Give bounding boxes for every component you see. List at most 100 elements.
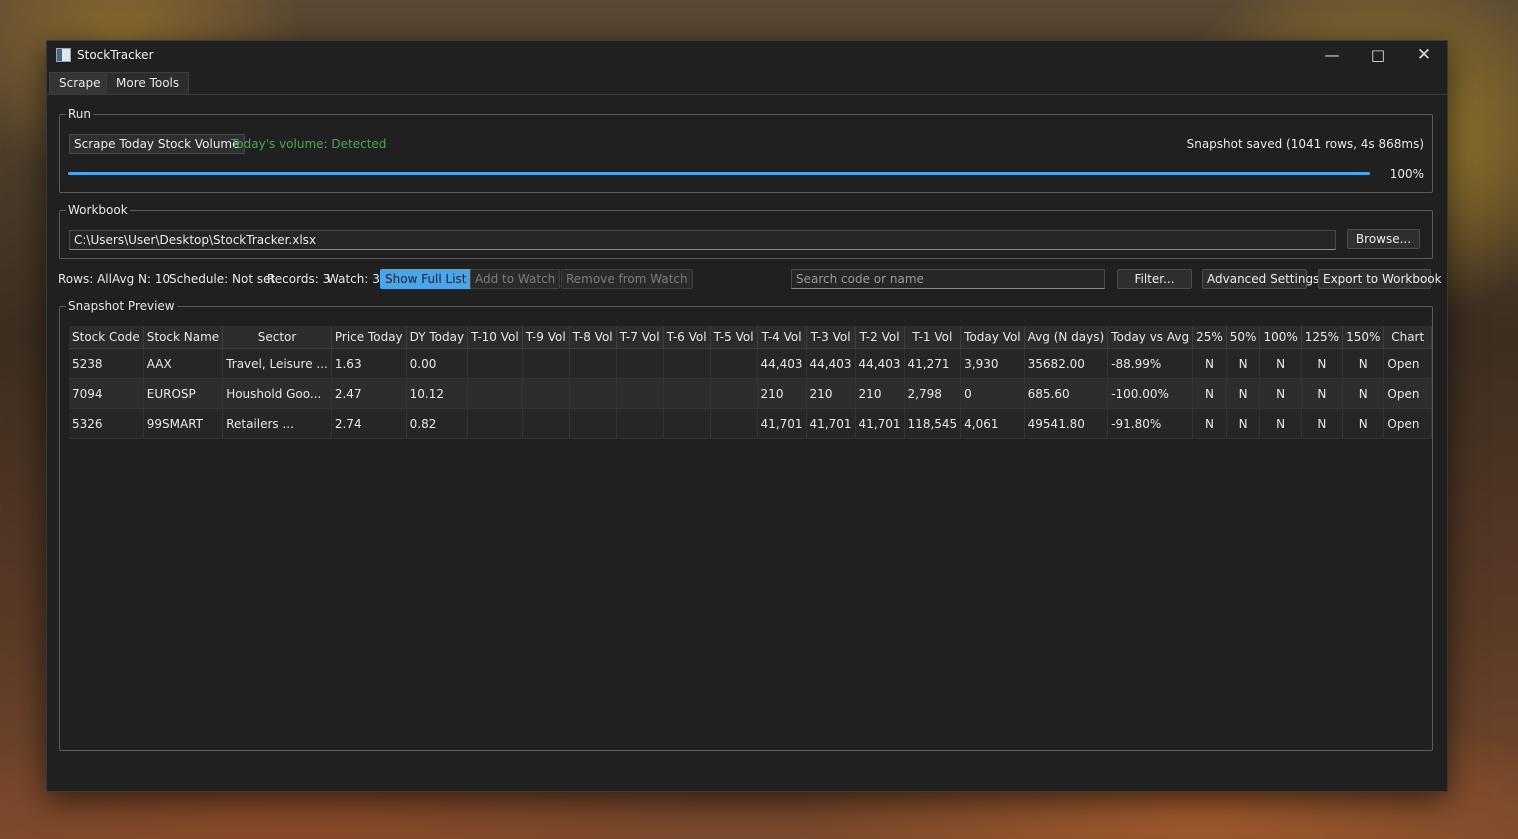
table-cell [522,378,570,409]
table-header: Stock Code Stock Name Sector Price Today DY … [69,326,1432,349]
search-input[interactable]: Search code or name [791,269,1105,289]
column-header[interactable]: 100% [1259,326,1302,349]
table-cell: 41,701 [757,408,807,439]
chart-open-link[interactable]: Open [1383,378,1432,409]
tab-scrape[interactable]: Scrape [49,72,111,94]
progress-fill [68,172,1370,175]
column-header[interactable]: Today vs Avg [1107,326,1194,349]
table-cell: N [1301,348,1344,379]
column-header[interactable]: 150% [1342,326,1385,349]
table-cell: 0.82 [406,408,469,439]
table-cell: 44,403 [855,348,905,379]
table-cell: N [1192,348,1227,379]
table-cell [710,348,758,379]
remove-from-watch-button[interactable]: Remove from Watch [561,269,693,289]
column-header[interactable]: T-3 Vol [806,326,856,349]
column-header[interactable]: T-6 Vol [663,326,711,349]
table-cell: 99SMART [143,408,224,439]
column-header[interactable]: T-4 Vol [757,326,807,349]
column-header[interactable]: Today Vol [960,326,1025,349]
table-cell: N [1301,378,1344,409]
table-cell: 41,701 [855,408,905,439]
table-cell: -91.80% [1107,408,1194,439]
show-full-list-button[interactable]: Show Full List [380,269,472,289]
table-cell: 7094 [69,378,144,409]
table-row[interactable]: 5238 AAX Travel, Leisure ... 1.63 0.00 44,403… [69,348,1432,379]
workbook-group: Workbook C:\Users\User\Desktop\StockTrac… [59,203,1433,259]
table-cell: 0 [960,378,1025,409]
table-cell [467,408,523,439]
table-cell: EUROSP [143,378,224,409]
column-header[interactable]: DY Today [406,326,469,349]
table-cell: 0.00 [406,348,469,379]
column-header[interactable]: T-10 Vol [467,326,523,349]
app-window: StockTracker — □ ✕ Scrape More Tools Run… [46,40,1448,792]
run-group: Run Scrape Today Stock Volume Today's vo… [59,107,1433,193]
snapshot-status: Snapshot saved (1041 rows, 4s 868ms) [1186,137,1424,151]
advanced-settings-button[interactable]: Advanced Settings [1202,269,1319,289]
table-cell: 210 [855,378,905,409]
table-cell: -100.00% [1107,378,1194,409]
browse-button[interactable]: Browse... [1347,229,1420,249]
table-cell: N [1226,378,1261,409]
minimize-icon[interactable]: — [1309,41,1355,71]
schedule-label: Schedule: Not set [169,272,276,286]
column-header[interactable]: T-7 Vol [616,326,664,349]
column-header[interactable]: Price Today [331,326,407,349]
title-bar[interactable]: StockTracker — □ ✕ [47,41,1447,71]
table-cell [569,378,617,409]
chart-open-link[interactable]: Open [1383,408,1432,439]
workbook-path-field[interactable]: C:\Users\User\Desktop\StockTracker.xlsx [69,230,1336,250]
progress-label: 100% [1389,167,1424,181]
table-cell: N [1192,408,1227,439]
table-cell [663,378,711,409]
table-cell: 10.12 [406,378,469,409]
table-cell: N [1342,348,1385,379]
table-cell: 118,545 [904,408,962,439]
column-header[interactable]: T-1 Vol [904,326,962,349]
avg-n-label: Avg N: 10 [112,272,171,286]
table-cell [467,378,523,409]
column-header[interactable]: Stock Name [143,326,224,349]
column-header[interactable]: Sector [222,326,332,349]
tab-more-tools[interactable]: More Tools [106,72,190,94]
export-button[interactable]: Export to Workbook [1318,269,1442,289]
volume-status: Today's volume: Detected [231,137,387,151]
column-header[interactable]: T-8 Vol [569,326,617,349]
column-header[interactable]: T-5 Vol [710,326,758,349]
close-icon[interactable]: ✕ [1401,41,1447,71]
scrape-button[interactable]: Scrape Today Stock Volume [69,134,245,154]
run-legend: Run [66,107,94,121]
table-cell: 41,271 [904,348,962,379]
table-cell: 5238 [69,348,144,379]
tab-divider [47,94,1447,95]
table-cell: N [1342,378,1385,409]
maximize-icon[interactable]: □ [1355,41,1401,71]
table-row[interactable]: 5326 99SMART Retailers ... 2.74 0.82 41,701 41… [69,408,1432,439]
window-title: StockTracker [77,48,154,62]
table-cell: Travel, Leisure ... [222,348,332,379]
column-header[interactable]: 125% [1301,326,1344,349]
table-cell: 2.74 [331,408,407,439]
column-header[interactable]: 25% [1192,326,1227,349]
table-cell: 35682.00 [1024,348,1109,379]
table-cell: -88.99% [1107,348,1194,379]
column-header[interactable]: Stock Code [69,326,144,349]
table-row[interactable]: 7094 EUROSP Houshold Goo... 2.47 10.12 210 210… [69,378,1432,409]
column-header[interactable]: Avg (N days) [1024,326,1109,349]
column-header[interactable]: 50% [1226,326,1261,349]
column-header[interactable]: T-2 Vol [855,326,905,349]
table-cell [616,408,664,439]
table-cell: 685.60 [1024,378,1109,409]
table-cell: 49541.80 [1024,408,1109,439]
chart-open-link[interactable]: Open [1383,348,1432,379]
column-header[interactable]: Chart [1383,326,1432,349]
add-to-watch-button[interactable]: Add to Watch [470,269,561,289]
table-cell [663,348,711,379]
table-cell [522,408,570,439]
table-cell: N [1259,348,1302,379]
table-cell: 44,403 [757,348,807,379]
filter-button[interactable]: Filter... [1117,269,1192,289]
table-cell [616,378,664,409]
column-header[interactable]: T-9 Vol [522,326,570,349]
